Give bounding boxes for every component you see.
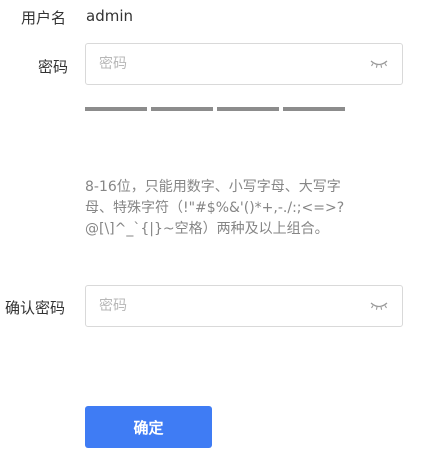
strength-segment bbox=[151, 107, 213, 111]
password-input[interactable] bbox=[99, 54, 359, 74]
eye-closed-icon[interactable] bbox=[369, 57, 389, 71]
password-setup-form: 用户名 admin 密码 8-16位，只能用数字、小写字母、大写字 母、特殊字符… bbox=[0, 0, 428, 468]
password-strength-meter bbox=[85, 107, 345, 111]
hint-line: 8-16位，只能用数字、小写字母、大写字 bbox=[85, 179, 341, 195]
hint-line: 母、特殊字符（!"#$%&'()*+,-./:;<=>? bbox=[85, 200, 345, 216]
password-rules-hint: 8-16位，只能用数字、小写字母、大写字 母、特殊字符（!"#$%&'()*+,… bbox=[85, 177, 400, 240]
strength-segment bbox=[85, 107, 147, 111]
username-label: 用户名 bbox=[21, 9, 67, 27]
confirm-password-input[interactable] bbox=[99, 296, 359, 316]
strength-segment bbox=[283, 107, 345, 111]
eye-closed-icon[interactable] bbox=[369, 299, 389, 313]
password-label: 密码 bbox=[38, 58, 69, 76]
hint-line: @[\]^_`{|}~空格）两种及以上组合。 bbox=[85, 221, 329, 237]
strength-segment bbox=[217, 107, 279, 111]
password-field bbox=[85, 43, 403, 85]
confirm-password-label: 确认密码 bbox=[5, 299, 66, 317]
confirm-password-field bbox=[85, 285, 403, 327]
username-value: admin bbox=[86, 7, 133, 25]
confirm-button[interactable]: 确定 bbox=[85, 406, 212, 448]
